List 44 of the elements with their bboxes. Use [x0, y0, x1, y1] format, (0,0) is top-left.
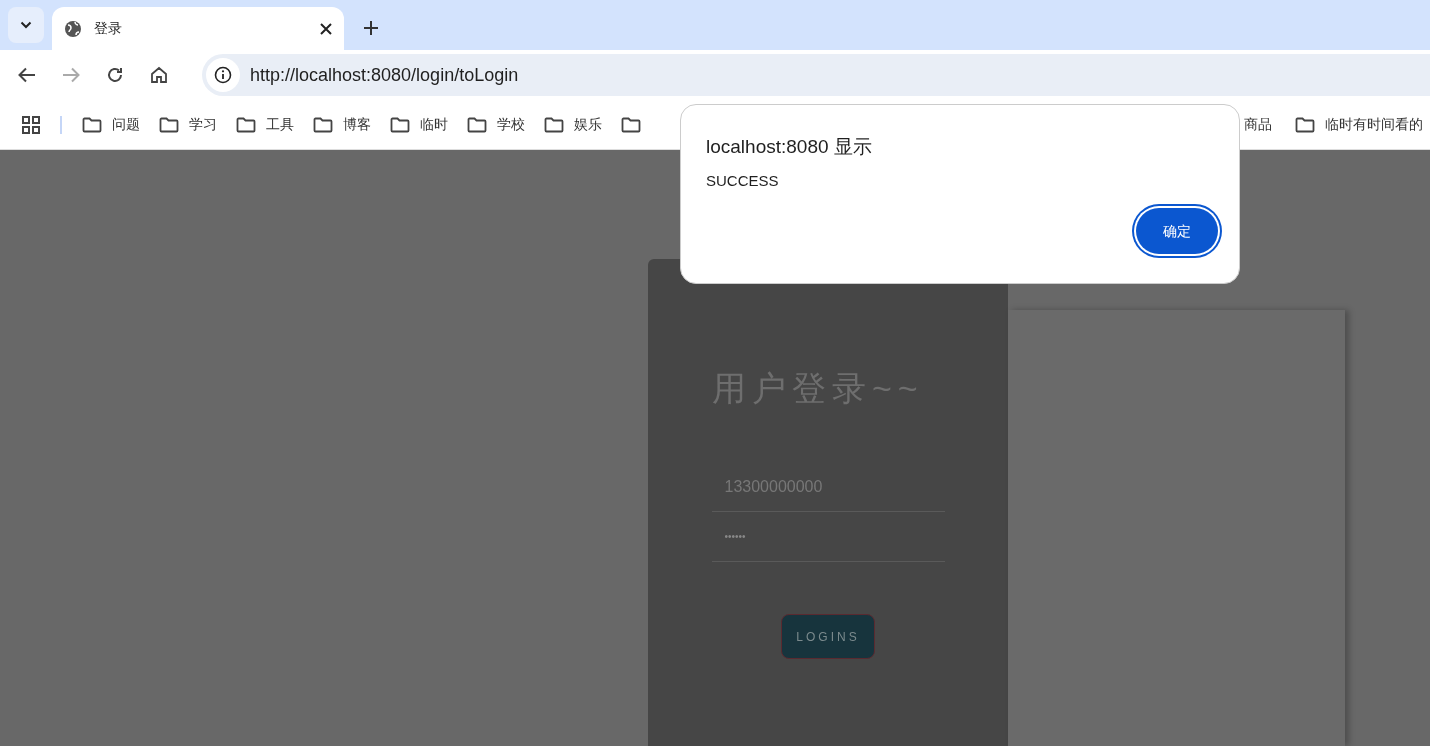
- bookmark-label: 工具: [266, 115, 294, 134]
- apps-grid-icon[interactable]: [22, 115, 40, 134]
- bookmark-label: 临时: [420, 115, 448, 134]
- globe-icon: [64, 19, 82, 38]
- folder-icon: [467, 116, 487, 133]
- bookmark-label: 学校: [497, 115, 525, 134]
- folder-icon: [159, 116, 179, 133]
- folder-icon: [313, 116, 333, 133]
- bookmark-label: 娱乐: [574, 115, 602, 134]
- bookmark-folder[interactable]: 学习: [159, 114, 217, 135]
- bookmark-label: 学习: [189, 115, 217, 134]
- folder-icon: [544, 116, 564, 133]
- bookmark-label[interactable]: 商品: [1244, 114, 1272, 135]
- reload-icon[interactable]: [106, 66, 124, 84]
- dialog-title: localhost:8080 显示: [706, 135, 873, 159]
- browser-tab[interactable]: 登录: [52, 7, 344, 50]
- folder-icon: [82, 116, 102, 133]
- tab-list-button[interactable]: [8, 7, 44, 43]
- bookmark-folder[interactable]: 工具: [236, 114, 294, 135]
- bookmark-folder[interactable]: 问题: [82, 114, 140, 135]
- folder-icon: [390, 116, 410, 133]
- login-button[interactable]: LOGINS: [781, 614, 875, 659]
- folder-icon: [621, 116, 641, 133]
- address-bar[interactable]: http://localhost:8080/login/toLogin: [202, 54, 1430, 96]
- bookmark-folder[interactable]: 娱乐: [544, 114, 602, 135]
- site-info-button[interactable]: [206, 58, 240, 92]
- bookmark-folder[interactable]: 临时: [390, 114, 448, 135]
- bookmark-folder[interactable]: 博客: [313, 114, 371, 135]
- close-icon[interactable]: [320, 22, 332, 35]
- tab-title: 登录: [94, 19, 123, 38]
- bookmark-folder[interactable]: 学校: [467, 114, 525, 135]
- folder-icon: [236, 116, 256, 133]
- folder-icon: [1295, 116, 1315, 133]
- bookmark-label: 临时有时间看的: [1325, 115, 1423, 134]
- home-icon[interactable]: [150, 66, 168, 84]
- back-arrow-icon[interactable]: [18, 67, 36, 83]
- dialog-message: SUCCESS: [706, 170, 780, 191]
- bookmark-folder[interactable]: 临时有时间看的: [1295, 114, 1423, 135]
- url-text: http://localhost:8080/login/toLogin: [250, 63, 519, 87]
- info-icon: [214, 66, 232, 84]
- caret-icon: [20, 21, 32, 29]
- bookmark-label: 问题: [112, 115, 140, 134]
- bookmark-label: 博客: [343, 115, 371, 134]
- new-tab-icon[interactable]: [364, 21, 378, 35]
